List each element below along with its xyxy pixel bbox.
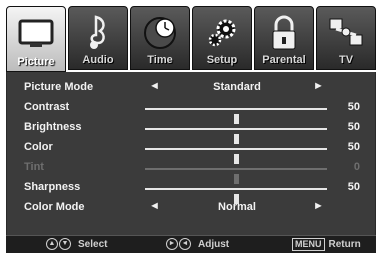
tab-audio[interactable]: Audio [68, 6, 128, 70]
select-hint-label: Select [78, 238, 108, 250]
adjust-hint: ► ◄ Adjust [166, 238, 229, 250]
brightness-value: 50 [347, 121, 360, 133]
brightness-label: Brightness [24, 121, 82, 133]
color-mode-label: Color Mode [24, 201, 85, 213]
color-mode-right-arrow[interactable]: ► [313, 200, 324, 212]
brightness-slider-track[interactable] [145, 128, 327, 144]
help-bar: ▲ ▼ Select ► ◄ Adjust MENU Return [6, 235, 376, 253]
picture-mode-left-arrow[interactable]: ◄ [149, 80, 160, 92]
return-hint: MENU Return [292, 238, 361, 251]
sharpness-row[interactable]: Sharpness 50 [7, 178, 377, 204]
tv-osd-menu: Picture Audio Time Setup Parental TV Pic… [0, 0, 382, 257]
down-arrow-icon: ▼ [59, 238, 71, 250]
picture-mode-right-arrow[interactable]: ► [313, 80, 324, 92]
picture-mode-row[interactable]: Picture Mode ◄ Standard ► [7, 78, 377, 98]
color-mode-value: Normal [218, 201, 256, 213]
tab-audio-label: Audio [82, 54, 114, 66]
tab-picture-label: Picture [17, 56, 55, 68]
tint-slider-track [145, 168, 327, 184]
sharpness-label: Sharpness [24, 181, 81, 193]
color-label: Color [24, 141, 53, 153]
color-slider-track[interactable] [145, 148, 327, 164]
tv-icon [18, 19, 54, 47]
tab-tv-label: TV [338, 54, 354, 66]
lock-icon [272, 15, 296, 50]
return-hint-label: Return [328, 239, 361, 250]
color-mode-left-arrow[interactable]: ◄ [149, 200, 160, 212]
tint-row: Tint 0 [7, 158, 377, 184]
contrast-value: 50 [347, 101, 360, 113]
brightness-row[interactable]: Brightness 50 [7, 118, 377, 144]
tint-label: Tint [24, 161, 44, 173]
right-arrow-icon: ► [166, 238, 178, 250]
adjust-hint-label: Adjust [198, 238, 230, 250]
tab-picture[interactable]: Picture [6, 6, 66, 72]
sharpness-slider-track[interactable] [145, 188, 327, 204]
satellite-icon [329, 18, 363, 46]
contrast-slider-track[interactable] [145, 108, 327, 124]
menu-key-icon: MENU [292, 238, 325, 251]
tab-parental[interactable]: Parental [254, 6, 314, 70]
menu-tab-bar: Picture Audio Time Setup Parental TV [6, 6, 376, 72]
left-arrow-icon: ◄ [179, 238, 191, 250]
picture-mode-value: Standard [213, 81, 261, 93]
up-arrow-icon: ▲ [46, 238, 58, 250]
contrast-label: Contrast [24, 101, 70, 113]
color-value: 50 [347, 141, 360, 153]
tab-time[interactable]: Time [130, 6, 190, 70]
music-note-icon [90, 15, 105, 49]
tab-time-label: Time [147, 54, 173, 66]
contrast-row[interactable]: Contrast 50 [7, 98, 377, 124]
picture-settings-panel: Picture Mode ◄ Standard ► Contrast 50 Br… [6, 72, 376, 235]
tab-tv[interactable]: TV [316, 6, 376, 70]
tab-setup-label: Setup [206, 54, 238, 66]
tab-parental-label: Parental [262, 54, 306, 66]
clock-icon [144, 17, 176, 49]
tab-setup[interactable]: Setup [192, 6, 252, 70]
select-hint: ▲ ▼ Select [46, 238, 107, 250]
tint-value: 0 [353, 161, 360, 173]
gears-icon [208, 19, 236, 47]
picture-mode-label: Picture Mode [24, 81, 94, 93]
sharpness-value: 50 [347, 181, 360, 193]
color-mode-row[interactable]: Color Mode ◄ Normal ► [7, 198, 377, 218]
color-row[interactable]: Color 50 [7, 138, 377, 164]
